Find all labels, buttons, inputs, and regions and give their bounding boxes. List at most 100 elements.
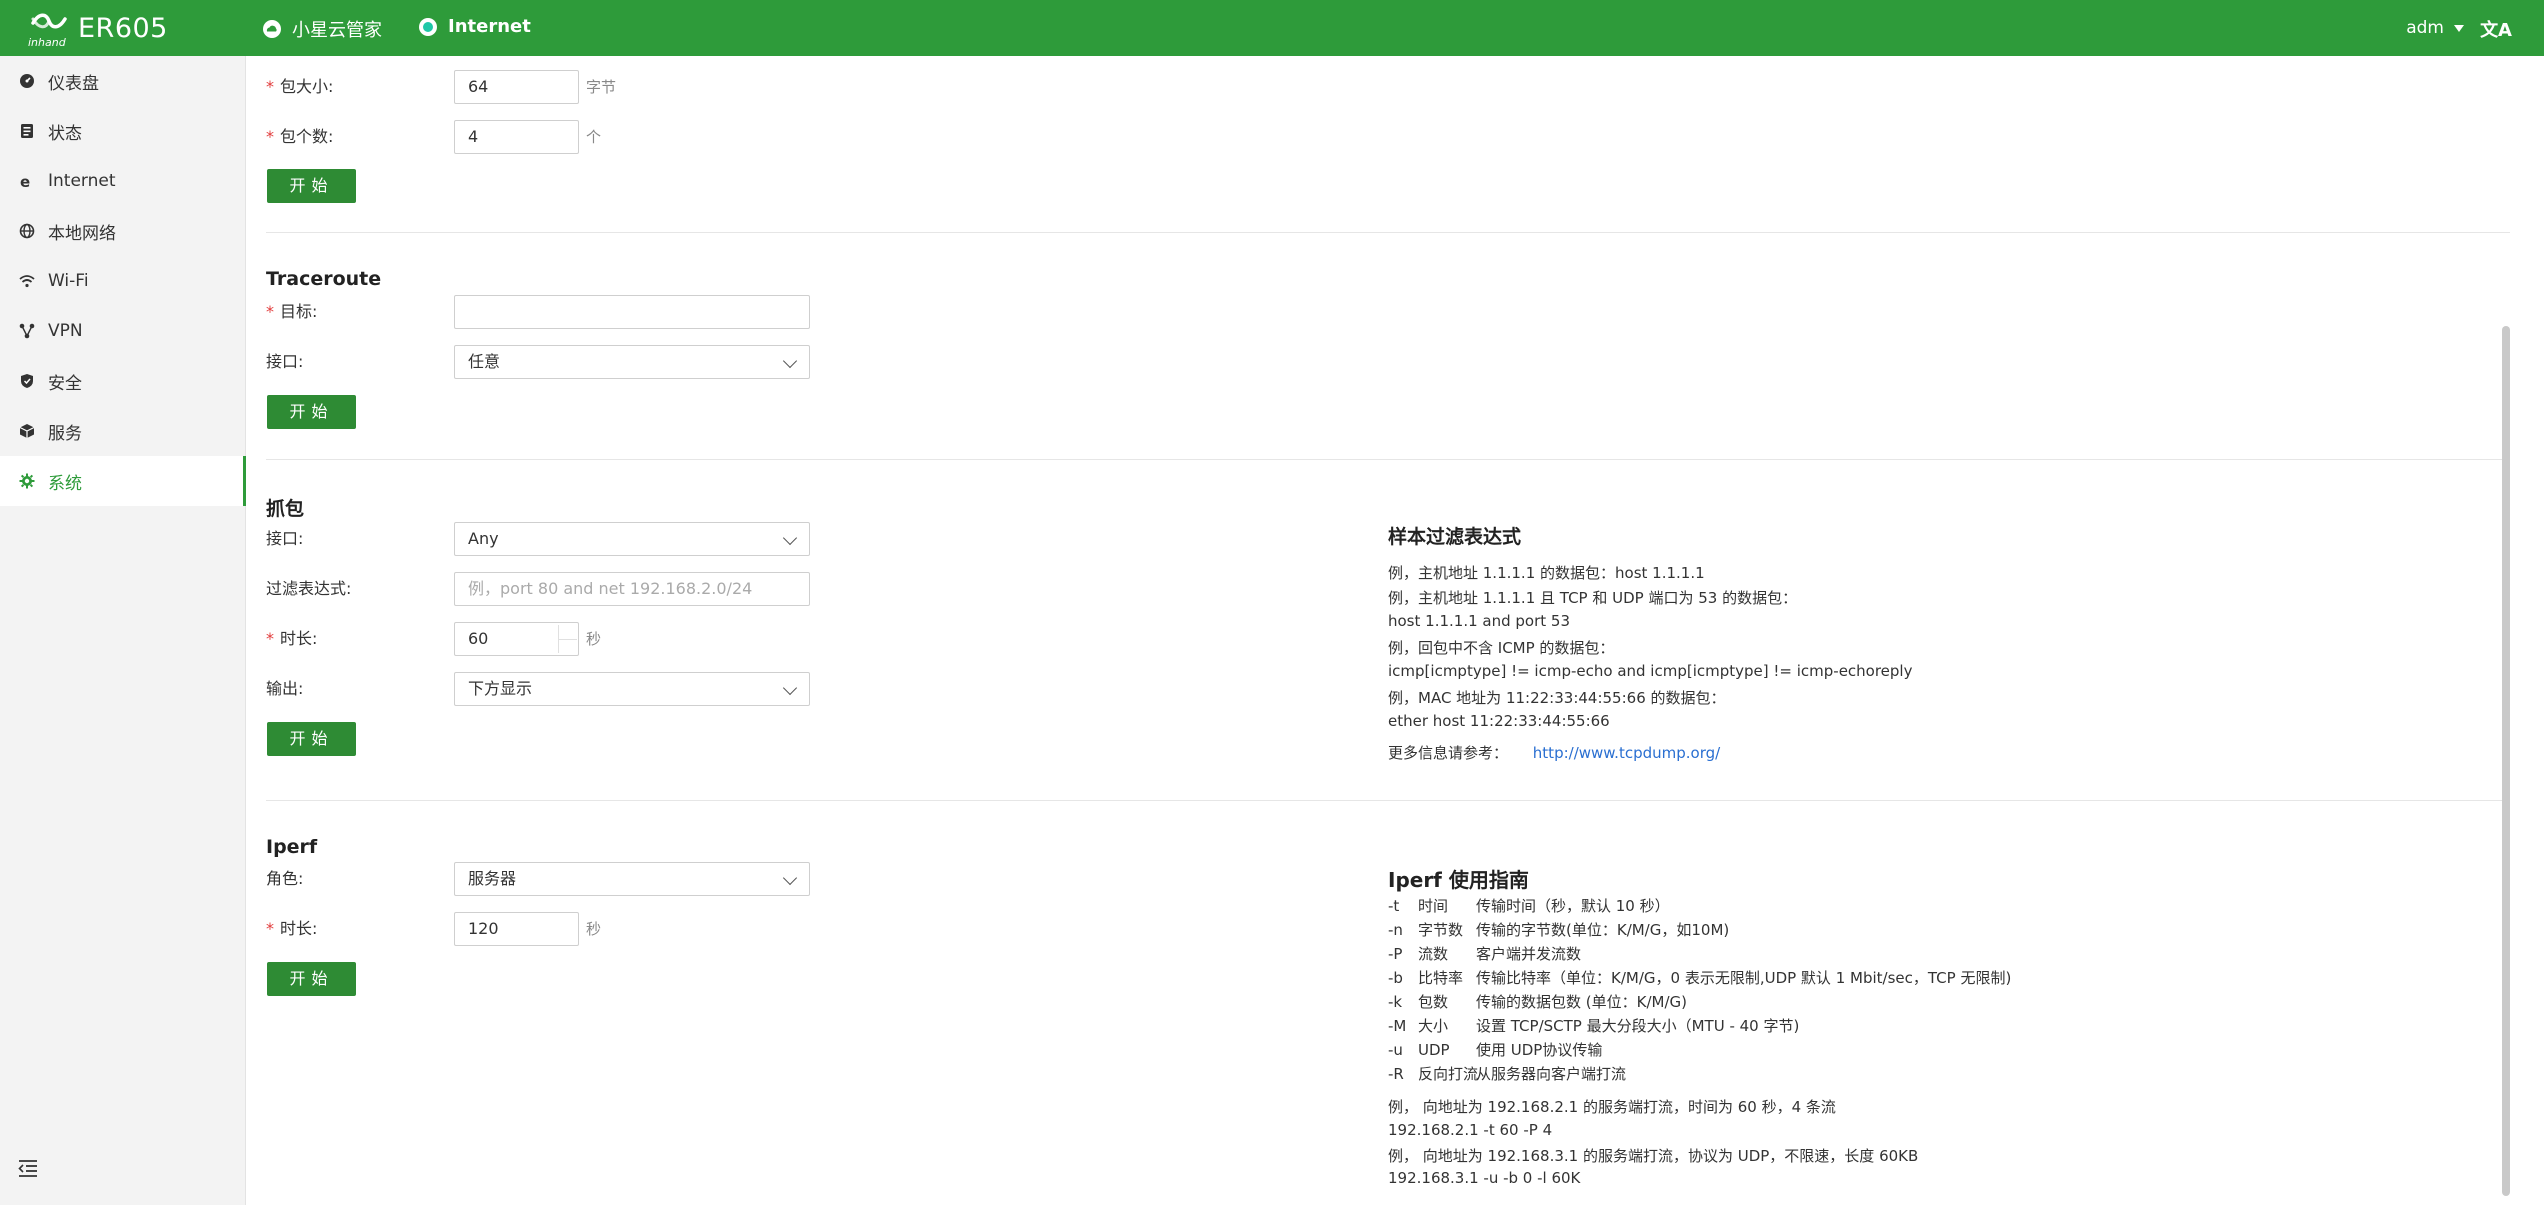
ping-size-input[interactable]: 64 bbox=[454, 70, 579, 104]
traceroute-target-input[interactable] bbox=[454, 295, 810, 329]
iperf-role-value: 服务器 bbox=[468, 869, 517, 888]
capture-output-select[interactable]: 下方显示 bbox=[454, 672, 810, 706]
help-example: 例， 向地址为 192.168.3.1 的服务端打流，协议为 UDP，不限速，长… bbox=[1388, 1147, 1919, 1165]
capture-help-title: 样本过滤表达式 bbox=[1388, 526, 1522, 548]
sidebar: 仪表盘 状态 e Internet 本地网络 Wi-Fi VPN 安全 服务 系… bbox=[0, 56, 246, 1205]
iperf-start-button[interactable]: 开始 bbox=[267, 962, 356, 996]
divider bbox=[266, 800, 2510, 801]
vpn-icon bbox=[18, 322, 36, 340]
traceroute-target-label: * 目标: bbox=[266, 302, 318, 321]
sidebar-item-label: 状态 bbox=[48, 123, 82, 144]
internet-icon: e bbox=[18, 172, 36, 190]
collapse-sidebar-icon[interactable] bbox=[18, 1159, 38, 1177]
sidebar-item-security[interactable]: 安全 bbox=[0, 356, 246, 406]
iperf-help-panel: Iperf 使用指南 -t 时间 传输时间（秒，默认 10 秒） -n 字节数 传输的字… bbox=[1388, 864, 2148, 1204]
traceroute-title: Traceroute bbox=[266, 268, 382, 290]
help-line: 例，回包中不含 ICMP 的数据包： bbox=[1388, 639, 1615, 657]
ping-start-button[interactable]: 开始 bbox=[267, 169, 356, 203]
status-icon bbox=[18, 122, 36, 140]
iperf-role-label: 角色: bbox=[266, 869, 304, 888]
capture-output-value: 下方显示 bbox=[468, 679, 533, 698]
help-line: 例，MAC 地址为 11:22:33:44:55:66 的数据包： bbox=[1388, 689, 1726, 707]
help-more: 更多信息请参考： http://www.tcpdump.org/ bbox=[1388, 742, 1720, 763]
help-option: -P 流数 客户端并发流数 bbox=[1388, 945, 1582, 963]
traceroute-iface-select[interactable]: 任意 bbox=[454, 345, 810, 379]
iperf-duration-input[interactable]: 120 bbox=[454, 912, 579, 946]
sidebar-item-internet[interactable]: e Internet bbox=[0, 156, 246, 206]
traceroute-iface-label: 接口: bbox=[266, 352, 304, 371]
traceroute-start-button[interactable]: 开始 bbox=[267, 395, 356, 429]
iperf-title: Iperf bbox=[266, 836, 318, 858]
capture-iface-select[interactable]: Any bbox=[454, 522, 810, 556]
divider bbox=[266, 232, 2510, 233]
help-option: -b 比特率 传输比特率（单位：K/M/G，0 表示无限制,UDP 默认 1 Mbi… bbox=[1388, 969, 2012, 987]
chevron-down-icon bbox=[782, 353, 798, 369]
help-example: 192.168.3.1 -u -b 0 -l 60K bbox=[1388, 1169, 1581, 1187]
help-option: -M 大小 设置 TCP/SCTP 最大分段大小（MTU - 40 字节) bbox=[1388, 1017, 1800, 1035]
help-option: -R 反向打流从服务器向客户端打流 bbox=[1388, 1065, 1627, 1083]
ping-count-label: * 包个数: bbox=[266, 127, 334, 146]
gear-icon bbox=[18, 472, 36, 490]
sidebar-item-label: VPN bbox=[48, 321, 83, 341]
main-content: * 包大小: 64 字节 * 包个数: 4 个 开始 Traceroute * 目标:… bbox=[266, 56, 2510, 1205]
sidebar-item-vpn[interactable]: VPN bbox=[0, 306, 246, 356]
sidebar-item-services[interactable]: 服务 bbox=[0, 406, 246, 456]
cube-icon bbox=[18, 422, 36, 440]
help-option: -u UDP 使用 UDP协议传输 bbox=[1388, 1041, 1603, 1059]
capture-duration-input[interactable]: 60 bbox=[454, 622, 579, 656]
iperf-duration-unit: 秒 bbox=[586, 920, 602, 938]
sidebar-item-local-network[interactable]: 本地网络 bbox=[0, 206, 246, 256]
tcpdump-link[interactable]: http://www.tcpdump.org/ bbox=[1533, 744, 1720, 762]
logo[interactable]: inhand ER605 bbox=[28, 8, 168, 50]
help-line: 例，主机地址 1.1.1.1 的数据包：host 1.1.1.1 bbox=[1388, 564, 1705, 582]
cloud-icon bbox=[263, 20, 281, 38]
internet-status-link[interactable]: Internet bbox=[418, 16, 531, 37]
sidebar-item-label: 系统 bbox=[48, 473, 82, 494]
capture-iface-value: Any bbox=[468, 529, 499, 548]
sidebar-item-dashboard[interactable]: 仪表盘 bbox=[0, 56, 246, 106]
help-option: -n 字节数 传输的字节数(单位：K/M/G，如10M) bbox=[1388, 921, 1730, 939]
capture-output-label: 输出: bbox=[266, 679, 304, 698]
help-example: 192.168.2.1 -t 60 -P 4 bbox=[1388, 1121, 1553, 1139]
chevron-down-icon bbox=[782, 680, 798, 696]
caret-down-icon bbox=[2454, 24, 2464, 32]
iperf-role-select[interactable]: 服务器 bbox=[454, 862, 810, 896]
divider bbox=[266, 459, 2510, 460]
vertical-scrollbar[interactable] bbox=[2502, 326, 2510, 1196]
ping-count-input[interactable]: 4 bbox=[454, 120, 579, 154]
help-option: -t 时间 传输时间（秒，默认 10 秒） bbox=[1388, 897, 1670, 915]
dashboard-icon bbox=[18, 72, 36, 90]
shield-icon bbox=[18, 372, 36, 390]
capture-filter-input[interactable]: 例，port 80 and net 192.168.2.0/24 bbox=[454, 572, 810, 606]
sidebar-item-label: 服务 bbox=[48, 423, 82, 444]
capture-filter-label: 过滤表达式: bbox=[266, 579, 352, 598]
capture-iface-label: 接口: bbox=[266, 529, 304, 548]
ping-count-unit: 个 bbox=[586, 128, 602, 146]
chevron-down-icon bbox=[782, 870, 798, 886]
logo-sub: inhand bbox=[28, 36, 66, 49]
number-stepper[interactable] bbox=[558, 625, 577, 653]
sidebar-item-label: 安全 bbox=[48, 373, 82, 394]
capture-duration-label: * 时长: bbox=[266, 629, 318, 648]
user-menu[interactable]: adm bbox=[2406, 18, 2464, 38]
help-option: -k 包数 传输的数据包数 (单位：K/M/G) bbox=[1388, 993, 1687, 1011]
help-line: host 1.1.1.1 and port 53 bbox=[1388, 612, 1570, 630]
cloud-manager-link[interactable]: 小星云管家 bbox=[262, 16, 382, 42]
sidebar-item-status[interactable]: 状态 bbox=[0, 106, 246, 156]
sidebar-item-system[interactable]: 系统 bbox=[0, 456, 246, 506]
wifi-icon bbox=[18, 272, 36, 290]
iperf-help-title: Iperf 使用指南 bbox=[1388, 868, 1529, 892]
capture-start-button[interactable]: 开始 bbox=[267, 722, 356, 756]
cloud-manager-label: 小星云管家 bbox=[292, 20, 382, 41]
sidebar-item-label: 仪表盘 bbox=[48, 73, 99, 94]
language-icon[interactable]: 文A bbox=[2480, 16, 2512, 42]
help-line: 例，主机地址 1.1.1.1 且 TCP 和 UDP 端口为 53 的数据包： bbox=[1388, 589, 1798, 607]
capture-duration-value: 60 bbox=[468, 629, 489, 648]
help-more-label: 更多信息请参考： bbox=[1388, 744, 1509, 762]
help-line: icmp[icmptype] != icmp-echo and icmp[icm… bbox=[1388, 662, 1913, 680]
chevron-down-icon bbox=[782, 530, 798, 546]
sidebar-item-label: Internet bbox=[48, 171, 116, 191]
sidebar-item-wifi[interactable]: Wi-Fi bbox=[0, 256, 246, 306]
traceroute-iface-value: 任意 bbox=[468, 352, 501, 371]
inhand-logo-icon: inhand bbox=[28, 9, 70, 49]
